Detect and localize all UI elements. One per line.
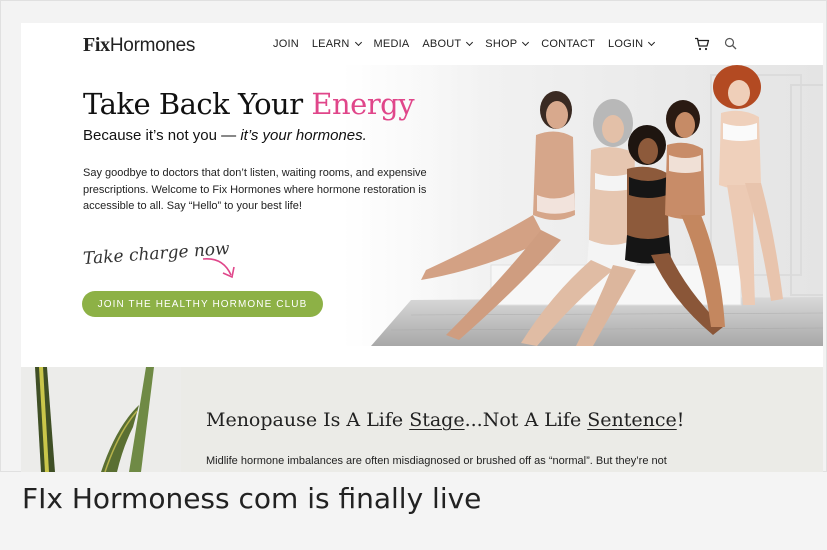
hero-subtitle-main: Because it’s not you —	[83, 127, 241, 144]
nav-label: ABOUT	[422, 38, 462, 50]
hero-section: Take Back Your Energy Because it’s not y…	[21, 65, 823, 346]
chevron-down-icon	[648, 38, 656, 47]
nav-item-shop[interactable]: SHOP	[485, 38, 530, 50]
body-line: Midlife hormone imbalances are often mis…	[206, 455, 667, 467]
heading-stage-link[interactable]: Stage	[409, 409, 464, 431]
menopause-heading: Menopause Is A Life Stage...Not A Life S…	[206, 409, 684, 431]
nav-label: SHOP	[485, 38, 518, 50]
nav-label: LOGIN	[608, 38, 644, 50]
hero-title: Take Back Your Energy	[83, 87, 415, 121]
site-header: FixHormones JOIN LEARN MEDIA ABOUT SHOP …	[21, 23, 823, 65]
nav-label: JOIN	[273, 38, 299, 50]
menopause-section: Menopause Is A Life Stage...Not A Life S…	[21, 367, 823, 472]
logo-fix: Fix	[83, 34, 110, 56]
nav-item-join[interactable]: JOIN	[273, 38, 299, 50]
hero-title-main: Take Back Your	[83, 87, 312, 121]
heading-sentence-link[interactable]: Sentence	[587, 409, 677, 431]
nav-label: MEDIA	[373, 38, 410, 50]
site-logo[interactable]: FixHormones	[83, 34, 195, 57]
chevron-down-icon	[354, 38, 362, 47]
join-club-button[interactable]: JOIN THE HEALTHY HORMONE CLUB	[82, 291, 323, 317]
heading-part: ...Not A Life	[464, 409, 588, 431]
main-nav: JOIN LEARN MEDIA ABOUT SHOP CONTACT LOGI…	[273, 38, 656, 50]
hero-description: Say goodbye to doctors that don’t listen…	[83, 167, 427, 212]
plant-image	[21, 367, 181, 472]
chevron-down-icon	[522, 38, 530, 47]
logo-hormones: Hormones	[109, 35, 196, 56]
screenshot-frame: FixHormones JOIN LEARN MEDIA ABOUT SHOP …	[0, 0, 827, 472]
nav-label: LEARN	[311, 38, 350, 50]
nav-item-contact[interactable]: CONTACT	[541, 38, 595, 50]
nav-item-learn[interactable]: LEARN	[311, 38, 362, 50]
hero-subtitle-italic: it’s your hormones.	[240, 127, 367, 144]
nav-item-about[interactable]: ABOUT	[422, 38, 474, 50]
hero-subtitle: Because it’s not you — it’s your hormone…	[83, 127, 367, 144]
heading-part: !	[676, 409, 685, 431]
hero-title-accent: Energy	[311, 87, 415, 121]
heading-part: Menopause Is A Life	[206, 409, 410, 431]
menopause-body: Midlife hormone imbalances are often mis…	[206, 453, 766, 469]
nav-item-login[interactable]: LOGIN	[608, 38, 656, 50]
nav-label: CONTACT	[541, 38, 596, 50]
screenshot-caption: FIx Hormoness com is finally live	[22, 482, 482, 515]
cart-icon[interactable]	[694, 37, 710, 51]
curved-arrow-icon	[202, 258, 235, 279]
chevron-down-icon	[466, 38, 474, 47]
website-viewport: FixHormones JOIN LEARN MEDIA ABOUT SHOP …	[21, 23, 823, 472]
nav-item-media[interactable]: MEDIA	[374, 38, 410, 50]
search-icon[interactable]	[724, 37, 737, 50]
